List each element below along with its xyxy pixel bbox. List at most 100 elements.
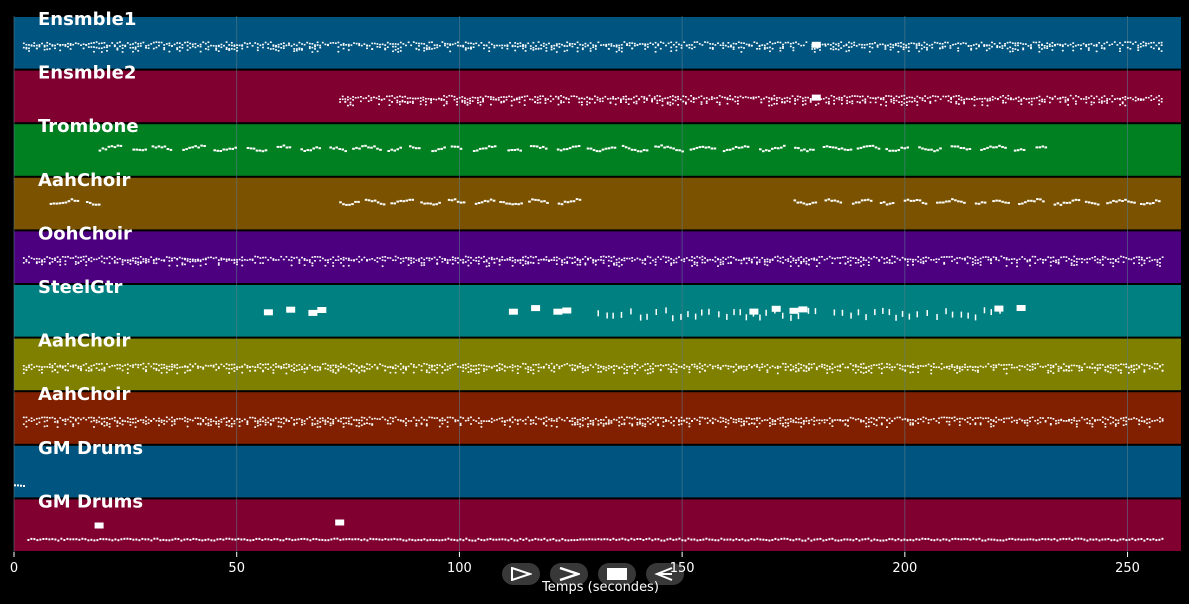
note [927,148,930,151]
note [87,259,90,261]
note [756,256,758,259]
note [368,368,371,370]
note [932,418,935,420]
note [849,256,852,259]
note [418,48,420,51]
note [87,416,90,419]
stop-button[interactable] [598,563,636,585]
note [735,258,738,261]
note [770,97,773,99]
note [579,362,582,365]
note [453,98,456,101]
note [272,372,275,374]
note [215,421,218,423]
note [282,42,285,44]
note [337,255,340,258]
note [1041,48,1043,50]
note [680,44,683,47]
fast-forward-button[interactable] [550,563,588,585]
note [849,259,852,262]
note [956,257,959,259]
note [353,368,355,370]
note [865,417,868,419]
note [1084,200,1088,203]
note [1069,43,1072,46]
note [54,421,56,423]
note [90,42,93,44]
note [433,369,436,371]
note [282,144,286,147]
note [848,101,851,103]
play-button[interactable] [646,563,684,585]
note [186,420,189,423]
note [768,539,771,542]
note [1121,97,1124,99]
note [344,150,347,153]
note [967,45,970,47]
note [303,420,306,422]
note [1113,538,1116,541]
note [826,368,829,371]
note [420,262,423,264]
note [1096,364,1099,366]
note [652,416,654,419]
note [639,421,641,423]
note [739,95,742,98]
note [285,44,288,47]
note [906,258,909,261]
note [949,47,952,49]
note [750,97,752,99]
note [522,538,525,541]
note [589,422,592,425]
note [899,367,901,370]
note [1060,367,1063,369]
note [1091,363,1094,365]
note [610,420,613,422]
note [137,257,140,260]
note [542,42,545,45]
note [225,363,228,365]
note [531,305,541,312]
note [921,97,924,99]
note [918,42,921,45]
note [1109,258,1112,261]
note [952,43,954,46]
note [155,262,158,265]
note [649,262,652,264]
rewind-button[interactable] [502,563,540,585]
track-label: AahChoir [38,331,130,352]
note [894,44,897,47]
note [264,424,267,426]
note [984,97,986,100]
note [657,365,660,367]
note [423,538,426,541]
note [72,425,75,427]
note [129,260,132,262]
note [1089,538,1092,541]
note [1127,200,1130,203]
note [233,262,236,264]
note [824,199,828,202]
note [56,256,59,258]
note [997,98,999,101]
note [145,420,147,423]
note [930,418,933,421]
note [85,201,89,203]
note [182,148,185,151]
note [717,258,719,261]
note [132,46,134,49]
note [191,419,194,422]
note [412,97,414,100]
note [933,539,936,542]
note [627,539,630,542]
note [342,366,345,368]
note [587,423,589,425]
note [581,365,584,367]
note [1002,539,1005,542]
note [784,259,787,261]
note [477,202,481,204]
note [364,144,367,147]
note [402,365,405,368]
note [254,420,257,423]
note [956,145,960,148]
